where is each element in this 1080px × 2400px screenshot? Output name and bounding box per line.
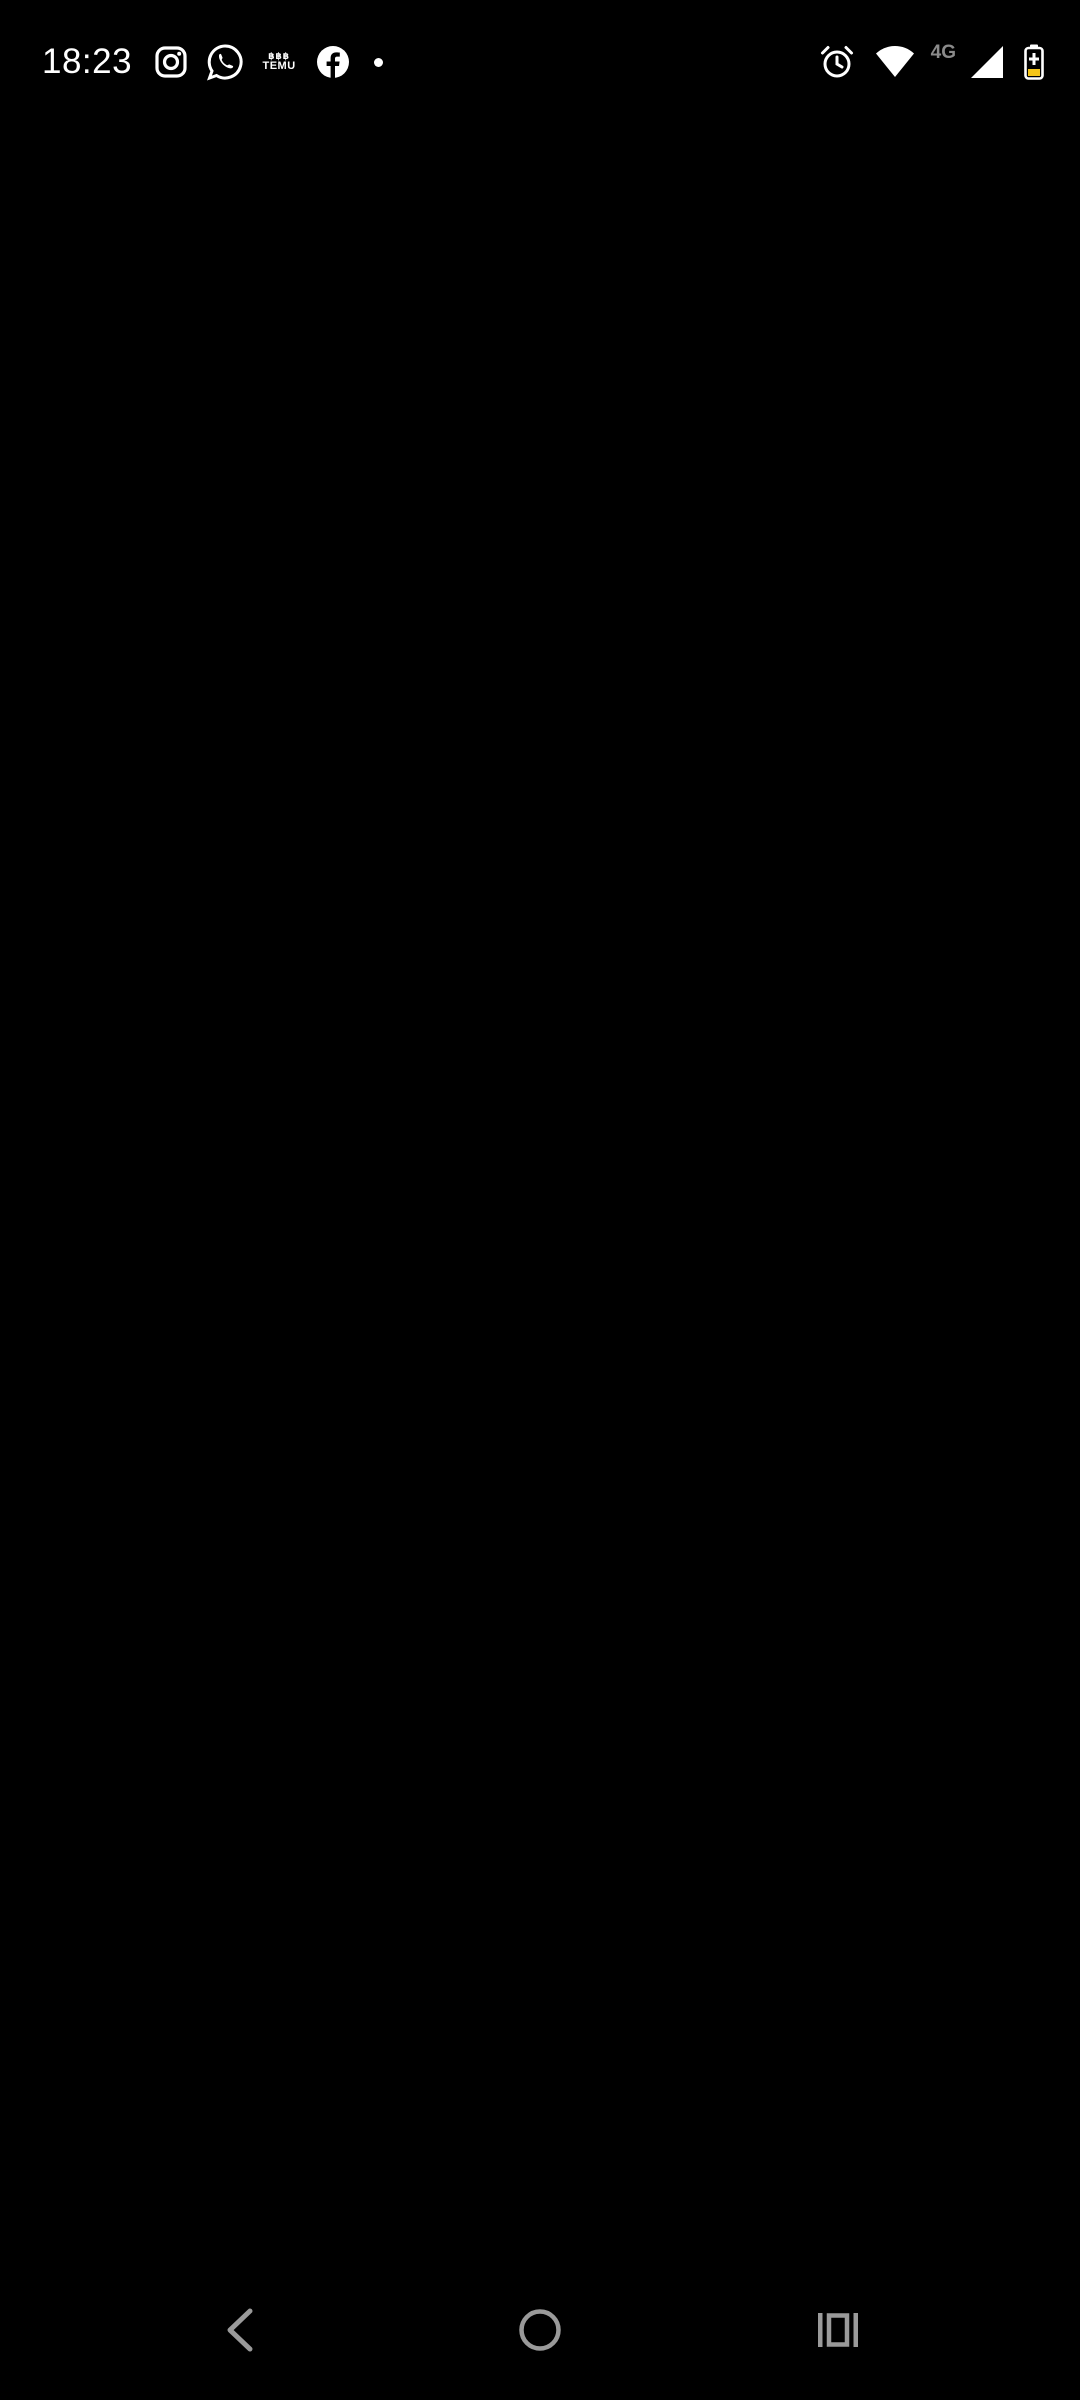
back-button[interactable] <box>190 2280 290 2380</box>
phone-screen: 18:23 ฿฿฿ TEMU 4G <box>0 0 1080 2400</box>
back-arrow-icon <box>227 2308 253 2352</box>
temu-icon-label: TEMU <box>262 60 296 72</box>
network-type-label: 4G <box>930 42 956 63</box>
status-bar: 18:23 ฿฿฿ TEMU 4G <box>0 0 1080 124</box>
facebook-icon <box>314 43 352 81</box>
navigation-bar <box>0 2260 1080 2400</box>
instagram-icon <box>152 43 190 81</box>
status-bar-right: 4G <box>799 38 1044 86</box>
wifi-icon <box>875 45 915 79</box>
temu-icon: ฿฿฿ TEMU <box>260 43 298 81</box>
cellular-signal-icon <box>970 45 1004 79</box>
home-button[interactable] <box>490 2280 590 2380</box>
alarm-icon <box>819 44 855 80</box>
status-bar-left: 18:23 ฿฿฿ TEMU <box>42 38 384 86</box>
battery-charging-icon <box>1024 44 1044 80</box>
whatsapp-icon <box>206 43 244 81</box>
content-area <box>0 124 1080 2260</box>
more-notifications-dot <box>374 57 384 67</box>
home-circle-icon <box>519 2309 561 2351</box>
recents-icon <box>818 2313 858 2347</box>
status-clock: 18:23 <box>42 42 133 81</box>
recents-button[interactable] <box>788 2280 888 2380</box>
